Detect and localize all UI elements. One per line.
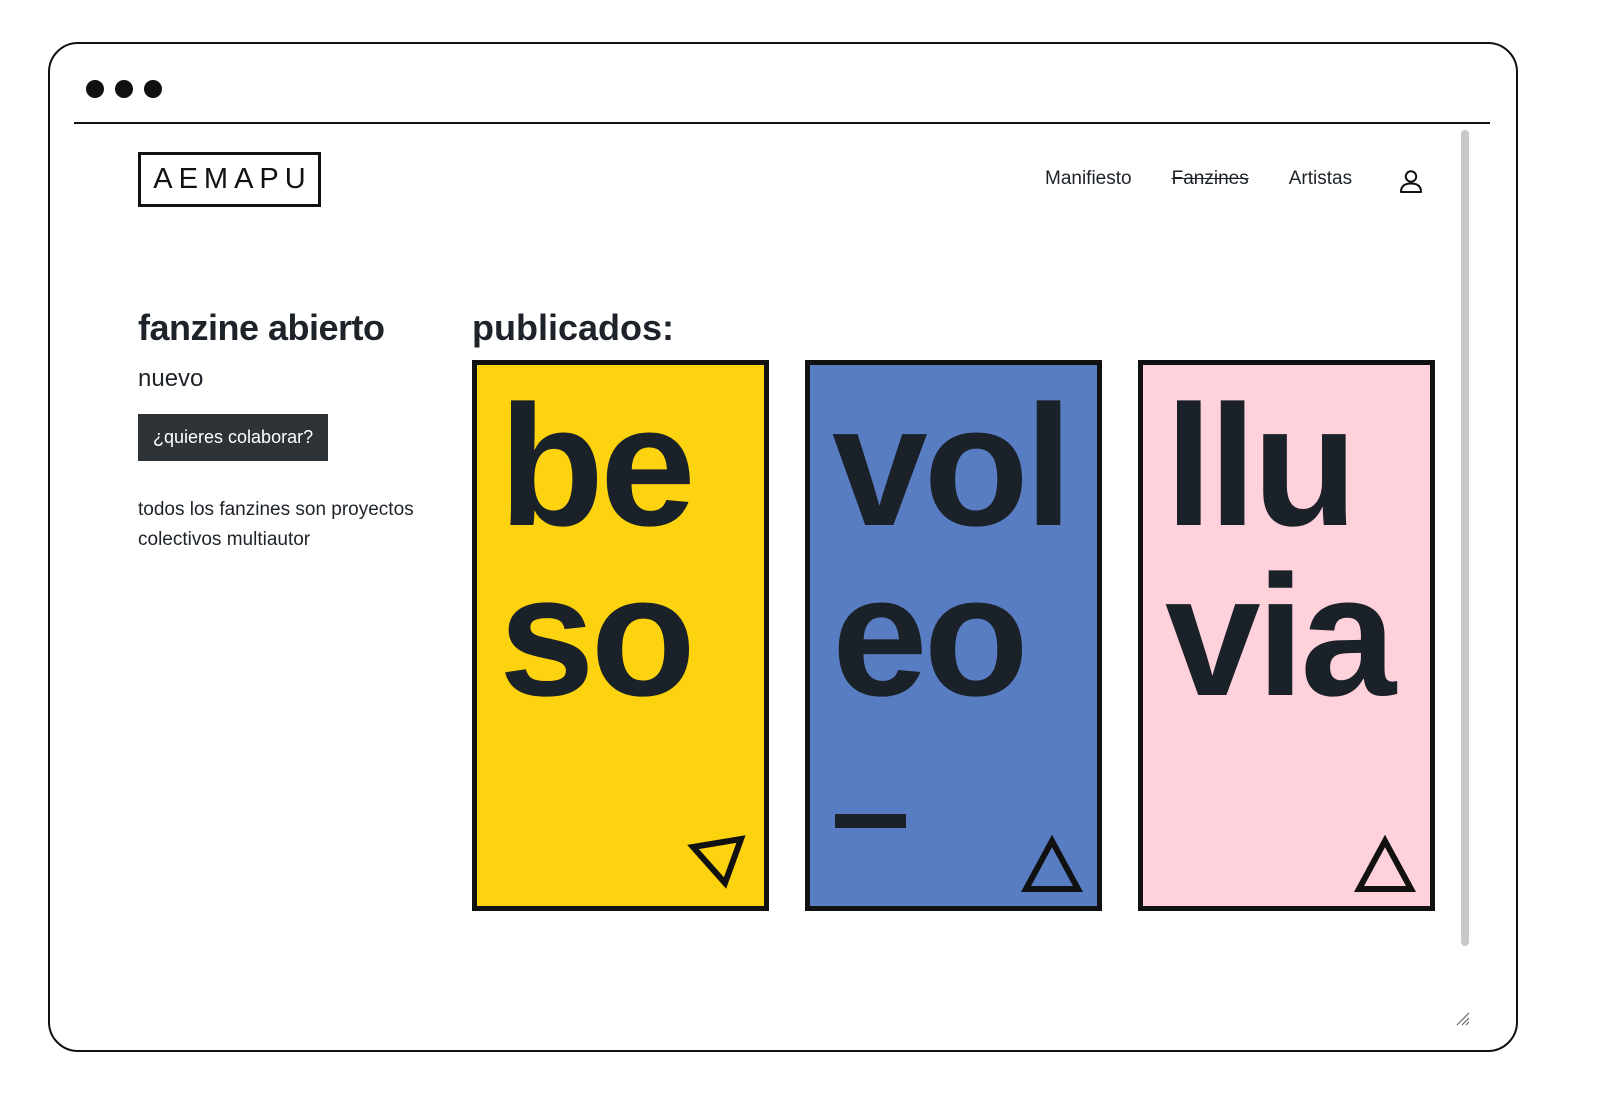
fanzine-card-title-line2: via	[1165, 540, 1396, 732]
window-dot[interactable]	[115, 80, 133, 98]
fanzine-card-title-line2: so	[499, 540, 696, 732]
fanzine-card-title-line1: llu	[1165, 370, 1358, 562]
fanzine-description: todos los fanzines son proyectos colecti…	[138, 499, 414, 550]
fanzine-card-title-line1: vol	[832, 370, 1073, 562]
triangle-up-icon	[1353, 835, 1417, 892]
window-dot[interactable]	[144, 80, 162, 98]
nav-link-artistas[interactable]: Artistas	[1289, 168, 1352, 190]
fanzine-card-lluvia[interactable]: llu via	[1138, 360, 1435, 911]
nav-link-manifiesto[interactable]: Manifiesto	[1045, 168, 1132, 190]
resize-grip-icon[interactable]	[1454, 1010, 1470, 1026]
scrollbar[interactable]	[1461, 130, 1469, 946]
open-fanzine-subtitle: nuevo	[138, 365, 204, 392]
browser-window: AEMAPU Manifiesto Fanzines Artistas fanz…	[48, 42, 1518, 1052]
fanzine-card-voleo[interactable]: vol eo	[805, 360, 1102, 911]
triangle-right-icon	[687, 835, 746, 889]
fanzine-card-title: be so	[499, 380, 696, 722]
open-fanzine-section: fanzine abierto nuevo ¿quieres colaborar…	[138, 306, 438, 555]
dash-mark	[835, 814, 906, 828]
open-fanzine-title: fanzine abierto	[138, 307, 385, 348]
fanzine-card-title: llu via	[1165, 380, 1396, 722]
site-logo[interactable]: AEMAPU	[138, 152, 321, 207]
fanzine-card-title-line1: be	[499, 370, 696, 562]
user-icon[interactable]	[1398, 168, 1424, 194]
main-nav: Manifiesto Fanzines Artistas	[1045, 164, 1424, 194]
fanzine-card-title: vol eo	[832, 380, 1073, 722]
titlebar-divider	[74, 122, 1490, 124]
window-controls	[86, 80, 162, 98]
published-title: publicados:	[472, 307, 675, 348]
fanzine-card-title-line2: eo	[832, 540, 1029, 732]
nav-link-fanzines[interactable]: Fanzines	[1172, 168, 1249, 190]
triangle-up-icon	[1020, 835, 1084, 892]
fanzine-card-beso[interactable]: be so	[472, 360, 769, 911]
window-dot[interactable]	[86, 80, 104, 98]
collaborate-button[interactable]: ¿quieres colaborar?	[138, 414, 329, 461]
